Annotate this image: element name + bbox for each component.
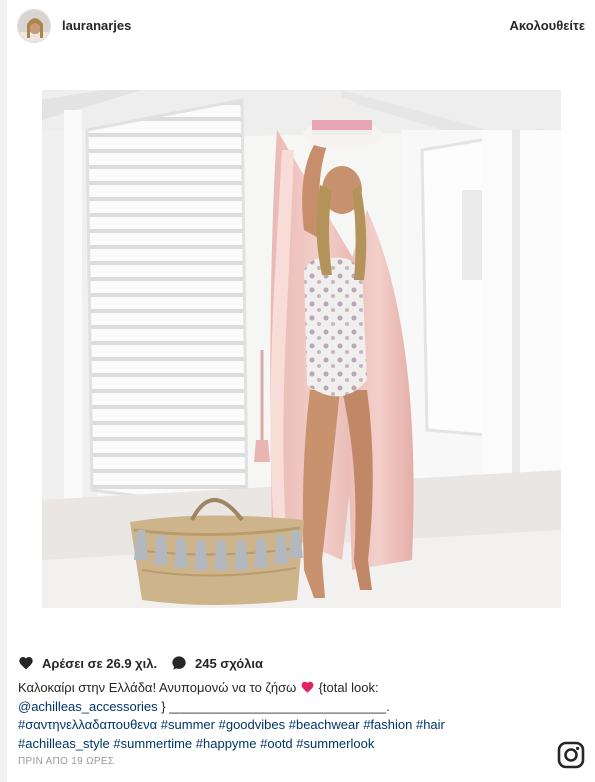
caption-text: Καλοκαίρι στην Ελλάδα! Ανυπομονώ να το ζ… xyxy=(18,680,297,695)
caption-underline: } ______________________________. xyxy=(157,698,390,714)
left-border xyxy=(0,0,7,782)
hashtag-link[interactable]: #happyme xyxy=(196,736,257,751)
avatar-image xyxy=(18,10,50,42)
caption-total-look: {total look: xyxy=(314,680,379,695)
instagram-icon[interactable] xyxy=(557,741,585,769)
comment-action[interactable]: 245 σχόλια xyxy=(171,655,263,671)
hashtag-link[interactable]: #summerlook xyxy=(296,736,374,751)
username[interactable]: lauranarjes xyxy=(62,18,131,33)
hashtag-link[interactable]: #beachwear xyxy=(289,717,360,732)
like-action[interactable]: Αρέσει σε 26.9 χιλ. xyxy=(18,655,157,671)
hashtag-link[interactable]: #hair xyxy=(416,717,445,732)
hashtag-link[interactable]: #σαντηνελλαδαπουθενα xyxy=(18,717,157,732)
heart-icon[interactable] xyxy=(18,655,34,671)
following-button[interactable]: Ακολουθείτε xyxy=(509,18,585,33)
mention-link[interactable]: @achilleas_accessories xyxy=(18,699,158,714)
hashtag-link[interactable]: #fashion xyxy=(363,717,412,732)
post-photo[interactable] xyxy=(42,90,561,608)
post-actions: Αρέσει σε 26.9 χιλ. 245 σχόλια xyxy=(18,655,578,673)
instagram-post-card: lauranarjes Ακολουθείτε Αρέσει σε 26.9 χ… xyxy=(0,0,595,782)
hashtag-link[interactable]: #achilleas_style xyxy=(18,736,110,751)
red-heart-emoji xyxy=(301,681,314,693)
post-timestamp[interactable]: ΠΡΙΝ ΑΠΟ 19 ΩΡΕΣ xyxy=(18,756,114,767)
post-caption: Καλοκαίρι στην Ελλάδα! Ανυπομονώ να το ζ… xyxy=(18,679,538,753)
avatar[interactable] xyxy=(17,9,51,43)
comment-icon[interactable] xyxy=(171,655,187,671)
hashtag-link[interactable]: #summertime xyxy=(113,736,192,751)
comments-count: 245 σχόλια xyxy=(195,655,263,671)
hashtag-link[interactable]: #goodvibes xyxy=(219,717,286,732)
beach-cabin-photo xyxy=(42,90,561,608)
post-header: lauranarjes Ακολουθείτε xyxy=(0,0,595,52)
likes-count: Αρέσει σε 26.9 χιλ. xyxy=(42,655,158,671)
hashtag-link[interactable]: #summer xyxy=(161,717,215,732)
hashtag-link[interactable]: #ootd xyxy=(260,736,293,751)
